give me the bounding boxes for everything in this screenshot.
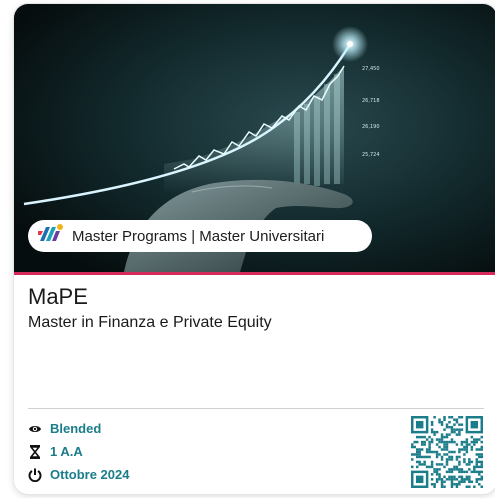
logo-icon <box>38 223 64 250</box>
eye-icon <box>28 422 42 436</box>
chart-label: 26,718 <box>362 98 380 104</box>
accent-bar <box>14 272 495 275</box>
chart-label: 25,724 <box>362 152 380 158</box>
info-duration: 1 A.A <box>28 444 83 459</box>
power-icon <box>28 468 42 482</box>
course-subtitle: Master in Finanza e Private Equity <box>28 314 272 331</box>
start-text: Ottobre 2024 <box>50 467 130 482</box>
divider <box>28 408 484 409</box>
duration-text: 1 A.A <box>50 444 83 459</box>
qr-code[interactable] <box>411 416 483 488</box>
info-start: Ottobre 2024 <box>28 467 129 482</box>
chart-label: 26,190 <box>362 124 380 130</box>
course-card[interactable]: 27,450 26,718 26,190 25,724 Master Progr… <box>14 4 495 494</box>
info-mode: Blended <box>28 421 101 436</box>
course-title: MaPE <box>28 284 88 309</box>
hourglass-icon <box>28 444 42 459</box>
chart-label: 27,450 <box>362 66 380 72</box>
badge-label: Master Programs | Master Universitari <box>72 227 325 245</box>
qr-code-image <box>411 416 483 488</box>
category-badge[interactable]: Master Programs | Master Universitari <box>28 220 372 252</box>
mode-text: Blended <box>50 421 102 436</box>
